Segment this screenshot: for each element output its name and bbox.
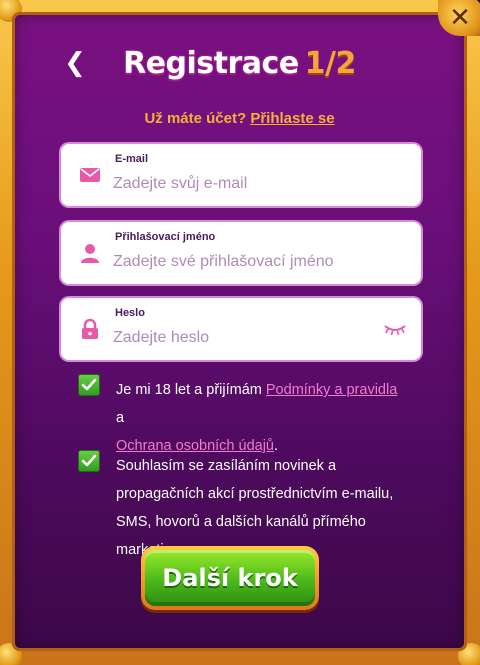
username-input[interactable] [113,250,373,274]
close-icon: ✕ [449,1,471,32]
marketing-checkbox[interactable] [78,450,100,472]
terms-consent-text: Je mi 18 let a přijímám Podmínky a pravi… [116,376,408,460]
page-title: Registrace 1/2 [12,46,467,81]
envelope-icon [80,168,100,182]
terms-consent-row: Je mi 18 let a přijímám Podmínky a pravi… [78,374,408,460]
username-field-box[interactable]: Přihlašovací jméno [61,222,421,284]
lock-icon [82,318,98,339]
login-link[interactable]: Přihlaste se [250,110,334,127]
terms-checkbox[interactable] [78,374,100,396]
user-icon [81,244,99,263]
password-field-box[interactable]: Heslo [61,298,421,360]
checkmark-icon [81,454,97,467]
login-prompt: Už máte účet? Přihlaste se [12,110,467,127]
email-input[interactable] [113,172,373,196]
terms-text-before: Je mi 18 let a přijímám [116,382,266,398]
next-step-button[interactable]: Další krok [141,546,319,610]
terms-link[interactable]: Podmínky a pravidla [266,382,397,398]
title-step: 1/2 [304,46,357,81]
terms-text-mid: a [116,410,125,426]
title-main: Registrace [123,46,299,81]
email-label: E-mail [115,153,149,165]
checkmark-icon [81,378,97,391]
next-step-button-label: Další krok [145,550,315,606]
login-prompt-text: Už máte účet? [144,110,247,127]
eye-closed-icon[interactable] [383,322,407,336]
username-label: Přihlašovací jméno [115,231,216,243]
password-label: Heslo [115,307,145,319]
email-field-box[interactable]: E-mail [61,144,421,206]
password-input[interactable] [113,326,373,350]
